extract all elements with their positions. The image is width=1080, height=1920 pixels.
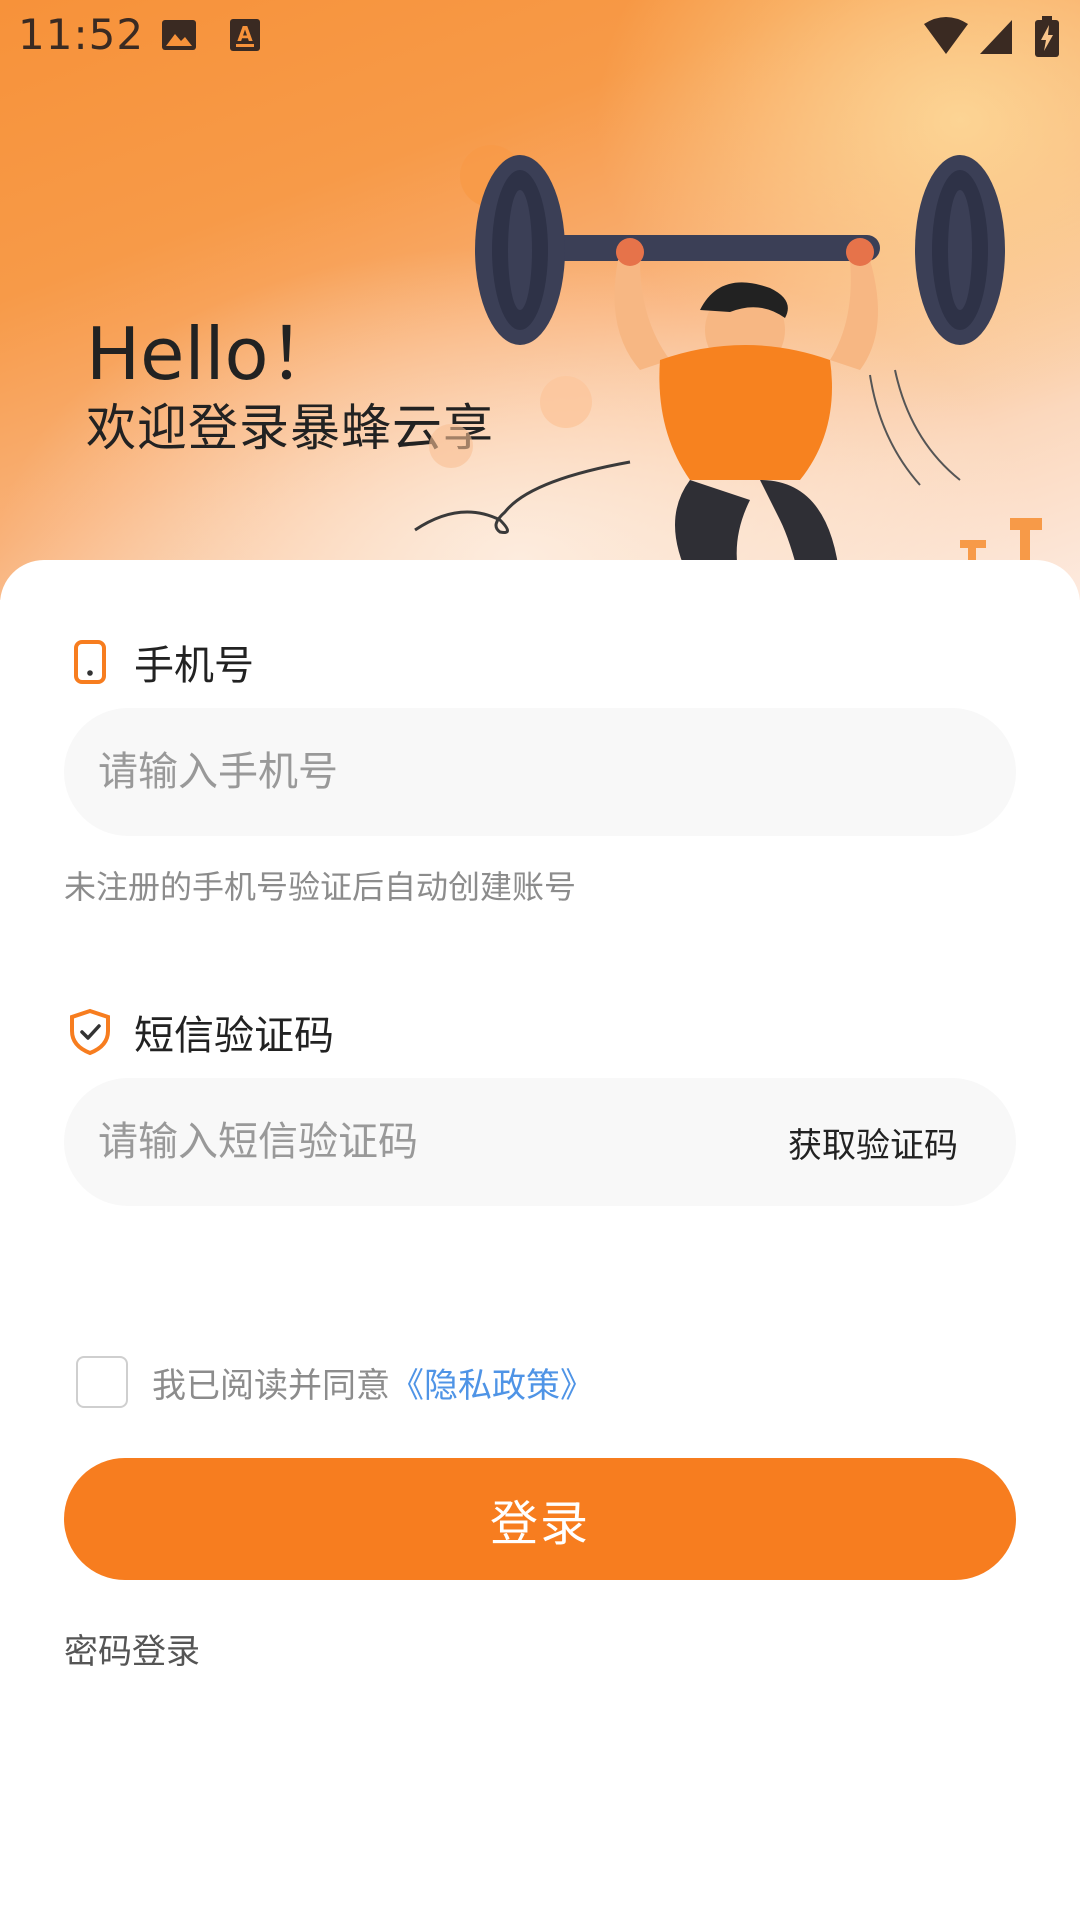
- sms-label-row: 短信验证码: [64, 1002, 334, 1062]
- sms-code-input[interactable]: [96, 1118, 778, 1166]
- battery-charging-icon: [1034, 16, 1060, 62]
- agreement-text: 我已阅读并同意: [152, 1365, 390, 1406]
- password-login-link[interactable]: 密码登录: [64, 1624, 200, 1673]
- phone-label: 手机号: [134, 643, 254, 689]
- image-notification-icon: [160, 16, 198, 58]
- status-bar: 11:52 A: [0, 0, 1080, 72]
- phone-label-row: 手机号: [64, 632, 254, 692]
- login-card: 手机号 未注册的手机号验证后自动创建账号 短信验证码 获取验证码: [0, 560, 1080, 1920]
- wifi-icon: [922, 16, 970, 60]
- cellular-signal-icon: [978, 16, 1014, 60]
- header-banner: 11:52 A Hello！ 欢迎登录暴蜂云享: [0, 0, 1080, 600]
- login-button[interactable]: 登录: [64, 1458, 1016, 1580]
- agreement-checkbox[interactable]: [76, 1356, 128, 1408]
- shield-check-icon: [64, 1006, 116, 1058]
- text-notification-icon: A: [228, 16, 262, 58]
- login-screen: 11:52 A Hello！ 欢迎登录暴蜂云享 手机号 请输入手机号 未注册的手…: [0, 0, 1080, 1920]
- sms-input-container: 获取验证码: [64, 1078, 1016, 1206]
- sms-label: 短信验证码: [134, 1013, 334, 1059]
- svg-text:A: A: [237, 22, 253, 46]
- weightlifter-illustration: [414, 145, 1042, 580]
- barbell-bar: [520, 235, 880, 261]
- agreement-row: 我已阅读并同意 《隐私政策》: [76, 1352, 594, 1412]
- privacy-policy-link[interactable]: 《隐私政策》: [390, 1358, 594, 1407]
- decor-circle: [540, 376, 592, 428]
- squiggle-line: [414, 460, 631, 534]
- phone-hint: 未注册的手机号验证后自动创建账号: [64, 868, 577, 906]
- status-time: 11:52: [18, 10, 145, 59]
- phone-input[interactable]: [96, 748, 984, 796]
- phone-input-container: [64, 708, 1016, 836]
- phone-icon: [64, 636, 116, 688]
- decor-circle: [429, 424, 473, 468]
- get-code-button[interactable]: 获取验证码: [778, 1118, 984, 1167]
